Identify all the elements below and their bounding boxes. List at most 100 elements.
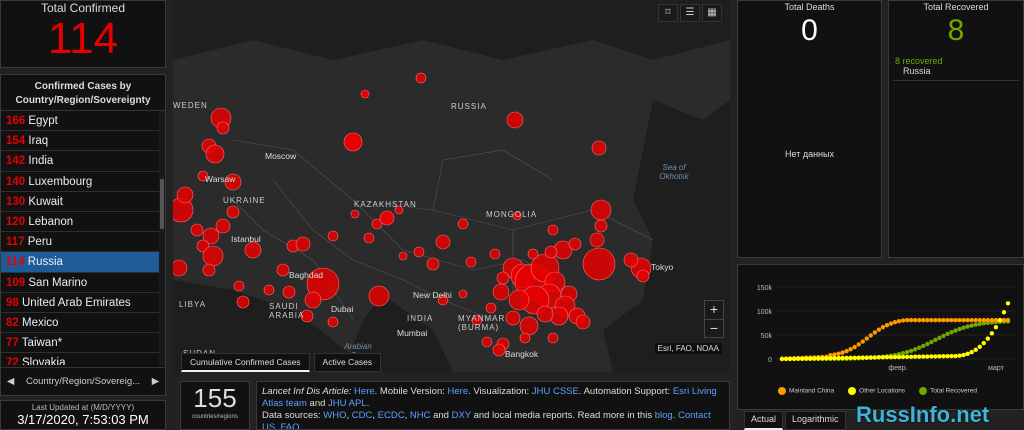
list-item[interactable]: 72 Slovakia: [1, 353, 161, 365]
case-bubble[interactable]: [458, 289, 468, 299]
tab-logarithmic[interactable]: Logarithmic: [785, 411, 846, 430]
series-point-other[interactable]: [836, 355, 841, 361]
case-bubble[interactable]: [527, 248, 539, 260]
list-item[interactable]: 166 Egypt: [1, 111, 161, 132]
series-point-recovered[interactable]: [925, 341, 930, 347]
series-point-mainland[interactable]: [908, 317, 914, 323]
series-point-other[interactable]: [860, 355, 865, 360]
legend-item-other[interactable]: Other Locations: [848, 387, 905, 395]
series-point-other[interactable]: [904, 354, 910, 360]
series-point-mainland[interactable]: [868, 333, 873, 338]
case-bubble[interactable]: [426, 257, 440, 271]
series-point-mainland[interactable]: [965, 317, 970, 323]
series-point-mainland[interactable]: [941, 317, 946, 323]
case-bubble[interactable]: [435, 234, 451, 250]
case-bubble[interactable]: [492, 343, 506, 357]
case-bubble[interactable]: [590, 199, 612, 221]
series-point-mainland[interactable]: [896, 319, 902, 324]
series-point-recovered[interactable]: [933, 337, 938, 343]
series-point-recovered[interactable]: [937, 335, 942, 341]
basemap-gallery-icon[interactable]: ▦: [702, 4, 722, 22]
case-bubble[interactable]: [547, 332, 559, 344]
series-point-mainland[interactable]: [937, 317, 942, 323]
series-point-mainland[interactable]: [888, 321, 894, 326]
series-point-recovered[interactable]: [961, 325, 966, 330]
series-point-other[interactable]: [921, 354, 926, 359]
case-bubble[interactable]: [575, 314, 591, 330]
case-bubble[interactable]: [547, 224, 559, 236]
series-point-mainland[interactable]: [884, 322, 890, 328]
series-point-mainland[interactable]: [921, 317, 926, 323]
series-point-recovered[interactable]: [904, 349, 910, 355]
series-point-other[interactable]: [852, 355, 857, 360]
series-point-recovered[interactable]: [929, 339, 934, 345]
series-point-other[interactable]: [799, 356, 805, 361]
case-bubble[interactable]: [205, 144, 225, 164]
list-item[interactable]: 130 Kuwait: [1, 192, 161, 212]
series-point-other[interactable]: [941, 354, 946, 359]
series-point-mainland[interactable]: [904, 317, 910, 323]
series-point-other[interactable]: [989, 331, 995, 336]
series-point-other[interactable]: [872, 355, 878, 360]
case-bubble[interactable]: [244, 241, 262, 259]
series-point-other[interactable]: [981, 340, 986, 346]
series-point-other[interactable]: [937, 354, 942, 359]
series-point-mainland[interactable]: [917, 317, 922, 323]
series-point-other[interactable]: [900, 354, 906, 360]
series-point-recovered[interactable]: [921, 343, 926, 349]
case-bubble[interactable]: [276, 263, 290, 277]
series-point-other[interactable]: [876, 355, 882, 360]
series-point-other[interactable]: [985, 336, 991, 341]
case-bubble[interactable]: [233, 280, 245, 292]
series-point-other[interactable]: [828, 355, 833, 361]
case-bubble[interactable]: [489, 248, 501, 260]
series-point-other[interactable]: [840, 355, 845, 361]
tab-active-cases[interactable]: Active Cases: [313, 353, 382, 372]
case-bubble[interactable]: [519, 316, 539, 336]
series-point-mainland[interactable]: [945, 317, 950, 323]
series-point-recovered[interactable]: [945, 331, 950, 337]
case-bubble[interactable]: [496, 271, 510, 285]
series-point-other[interactable]: [856, 355, 861, 360]
series-point-other[interactable]: [816, 356, 821, 361]
series-point-mainland[interactable]: [985, 317, 991, 323]
list-item[interactable]: 82 Mexico: [1, 313, 161, 334]
prev-arrow-icon[interactable]: ◀: [7, 376, 14, 387]
series-point-other[interactable]: [824, 356, 829, 361]
nhc-link[interactable]: NHC: [410, 410, 431, 421]
series-point-other[interactable]: [779, 356, 785, 362]
case-bubble[interactable]: [636, 269, 650, 283]
series-point-other[interactable]: [864, 355, 869, 360]
series-point-other[interactable]: [783, 356, 789, 362]
series-point-mainland[interactable]: [1005, 317, 1011, 323]
series-point-other[interactable]: [791, 356, 797, 361]
case-bubble[interactable]: [536, 305, 554, 323]
series-point-mainland[interactable]: [949, 317, 954, 323]
series-point-recovered[interactable]: [953, 328, 958, 333]
series-point-mainland[interactable]: [912, 317, 918, 323]
series-point-mainland[interactable]: [848, 347, 853, 352]
case-bubble[interactable]: [190, 223, 204, 237]
case-bubble[interactable]: [544, 245, 558, 259]
case-bubble[interactable]: [263, 284, 275, 296]
series-point-other[interactable]: [1001, 310, 1007, 315]
series-point-other[interactable]: [997, 318, 1003, 323]
next-arrow-icon[interactable]: ▶: [152, 376, 159, 387]
series-point-other[interactable]: [973, 347, 978, 352]
case-bubble[interactable]: [457, 218, 469, 230]
list-item[interactable]: 154 Iraq: [1, 131, 161, 152]
series-point-mainland[interactable]: [957, 317, 962, 323]
list-item[interactable]: 117 Peru: [1, 232, 161, 253]
series-point-other[interactable]: [912, 354, 918, 359]
case-bubble[interactable]: [594, 219, 608, 233]
series-point-mainland[interactable]: [852, 344, 857, 350]
series-point-other[interactable]: [925, 354, 930, 359]
series-point-other[interactable]: [880, 355, 886, 360]
case-bubble[interactable]: [481, 336, 493, 348]
series-point-other[interactable]: [945, 353, 950, 359]
case-bubble[interactable]: [176, 186, 194, 204]
jhu-csse-link[interactable]: JHU CSSE: [532, 386, 579, 397]
series-point-mainland[interactable]: [840, 350, 845, 355]
series-point-mainland[interactable]: [860, 339, 865, 344]
zoom-in-button[interactable]: +: [705, 301, 723, 319]
